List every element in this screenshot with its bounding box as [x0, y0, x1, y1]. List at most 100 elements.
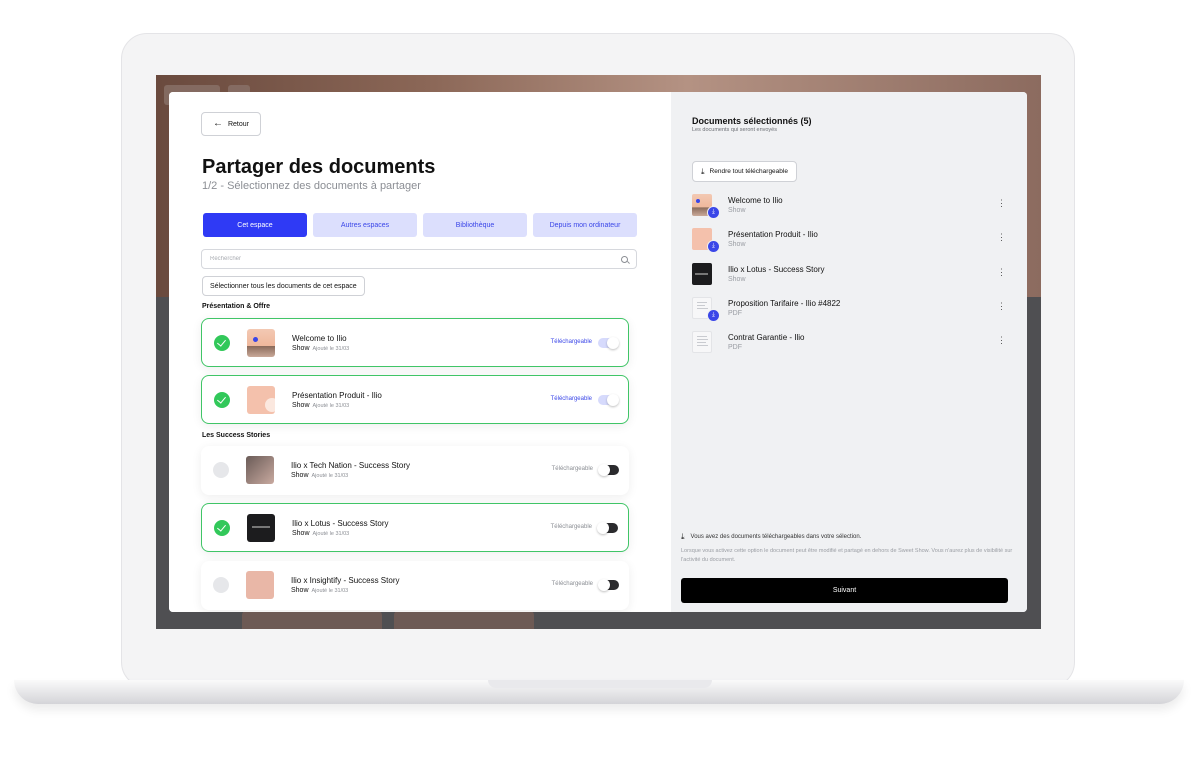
selected-document-type: Show — [728, 241, 746, 248]
make-all-downloadable-button[interactable]: ⤓ Rendre tout téléchargeable — [692, 161, 797, 182]
document-thumbnail — [247, 329, 275, 357]
tab-depuis-ordinateur[interactable]: Depuis mon ordinateur — [533, 213, 637, 237]
search-icon[interactable] — [621, 255, 628, 263]
selected-document-type: Show — [728, 207, 746, 214]
document-meta: Show Ajouté le 31/03 — [292, 345, 349, 352]
section-title: Les Success Stories — [202, 432, 271, 439]
downloadable-toggle[interactable] — [598, 464, 619, 476]
downloadable-label: Téléchargeable — [550, 524, 592, 530]
back-button-label: Retour — [227, 120, 249, 128]
download-icon: ⤓ — [707, 240, 720, 253]
document-card[interactable]: Ilio x Lotus - Success Story Show Ajouté … — [201, 503, 629, 552]
document-thumbnail — [246, 571, 274, 599]
check-icon[interactable] — [214, 392, 230, 408]
downloadable-toggle[interactable] — [597, 522, 618, 534]
selected-document-name: Contrat Garantie - Ilio — [728, 333, 805, 342]
share-documents-modal: ← Retour Partager des documents 1/2 - Sé… — [169, 92, 1027, 612]
search-input[interactable] — [210, 256, 621, 262]
downloadable-toggle[interactable] — [598, 394, 619, 406]
document-type: Show — [292, 530, 310, 537]
downloadable-notice-text: Vous avez des documents téléchargeables … — [690, 534, 862, 540]
document-date: Ajouté le 31/03 — [312, 346, 350, 352]
document-card[interactable]: Présentation Produit - Ilio Show Ajouté l… — [201, 375, 629, 424]
document-date: Ajouté le 31/03 — [312, 403, 350, 409]
selected-document-type: Show — [728, 276, 746, 283]
downloadable-toggle[interactable] — [598, 337, 619, 349]
tab-autres-espaces[interactable]: Autres espaces — [313, 213, 417, 237]
document-thumbnail — [247, 386, 275, 414]
make-all-downloadable-label: Rendre tout téléchargeable — [709, 168, 788, 175]
page-subtitle: 1/2 - Sélectionnez des documents à parta… — [202, 180, 421, 192]
selected-document-name: Ilio x Lotus - Success Story — [728, 265, 825, 274]
page-title: Partager des documents — [202, 156, 436, 178]
more-vertical-icon[interactable]: ⋮ — [997, 233, 1006, 242]
document-date: Ajouté le 31/03 — [311, 473, 349, 479]
selected-document[interactable]: ⤓ Proposition Tarifaire - Ilio #4822 PDF… — [692, 297, 1012, 322]
document-thumbnail — [247, 514, 275, 542]
document-meta: Show Ajouté le 31/03 — [292, 530, 349, 537]
document-date: Ajouté le 31/03 — [311, 588, 349, 594]
selected-document-name: Welcome to Ilio — [728, 196, 783, 205]
check-icon[interactable] — [213, 462, 229, 478]
document-meta: Show Ajouté le 31/03 — [291, 587, 348, 594]
next-button[interactable]: Suivant — [681, 578, 1008, 603]
document-name: Ilio x Tech Nation - Success Story — [291, 461, 411, 470]
background-tile — [394, 611, 534, 629]
selection-subtitle: Les documents qui seront envoyés — [692, 127, 777, 133]
document-picker-panel: ← Retour Partager des documents 1/2 - Sé… — [169, 92, 671, 612]
selected-document-name: Proposition Tarifaire - Ilio #4822 — [728, 299, 841, 308]
document-type: Show — [292, 402, 310, 409]
more-vertical-icon[interactable]: ⋮ — [997, 302, 1006, 311]
selected-document[interactable]: Contrat Garantie - Ilio PDF ⋮ — [692, 331, 1012, 355]
selected-document[interactable]: Ilio x Lotus - Success Story Show ⋮ — [692, 263, 1012, 287]
document-thumbnail — [692, 263, 712, 285]
document-meta: Show Ajouté le 31/03 — [291, 472, 348, 479]
document-date: Ajouté le 31/03 — [312, 531, 350, 537]
check-icon[interactable] — [214, 335, 230, 351]
downloadable-label: Téléchargeable — [550, 339, 592, 345]
back-button[interactable]: ← Retour — [201, 112, 261, 136]
background-tile — [242, 611, 382, 629]
select-all-button[interactable]: Sélectionner tous les documents de cet e… — [202, 276, 365, 296]
tab-cet-espace[interactable]: Cet espace — [203, 213, 307, 237]
document-card[interactable]: Welcome to Ilio Show Ajouté le 31/03 Télé… — [201, 318, 629, 367]
document-thumbnail — [692, 331, 712, 353]
document-name: Ilio x Insightify - Success Story — [291, 576, 400, 585]
arrow-left-icon: ← — [212, 118, 223, 129]
check-icon[interactable] — [214, 520, 230, 536]
document-card[interactable]: Ilio x Tech Nation - Success Story Show A… — [201, 446, 629, 495]
document-type: Show — [291, 587, 309, 594]
selected-document[interactable]: ⤓ Welcome to Ilio Show ⋮ — [692, 194, 1012, 219]
source-tabs: Cet espace Autres espaces Bibliothèque D… — [203, 213, 637, 237]
document-card[interactable]: Ilio x Insightify - Success Story Show Aj… — [201, 561, 629, 610]
download-icon: ⤓ — [681, 532, 685, 541]
document-type: Show — [292, 345, 310, 352]
download-icon: ⤓ — [707, 206, 720, 219]
check-icon[interactable] — [213, 577, 229, 593]
document-type: Show — [291, 472, 309, 479]
document-meta: Show Ajouté le 31/03 — [292, 402, 349, 409]
download-icon: ⤓ — [707, 309, 720, 322]
selection-panel: Documents sélectionnés (5) Les documents… — [671, 92, 1027, 612]
more-vertical-icon[interactable]: ⋮ — [997, 268, 1006, 277]
document-name: Présentation Produit - Ilio — [292, 391, 382, 400]
section-title: Présentation & Offre — [202, 303, 271, 310]
download-icon: ⤓ — [701, 166, 705, 176]
search-bar — [201, 249, 637, 269]
more-vertical-icon[interactable]: ⋮ — [997, 199, 1006, 208]
downloadable-label: Téléchargeable — [551, 466, 593, 472]
laptop-base-notch — [488, 680, 712, 688]
downloadable-toggle[interactable] — [598, 579, 619, 591]
tab-bibliotheque[interactable]: Bibliothèque — [423, 213, 527, 237]
selected-document-type: PDF — [728, 344, 742, 351]
selection-title: Documents sélectionnés (5) — [692, 116, 812, 126]
document-name: Ilio x Lotus - Success Story — [292, 519, 389, 528]
selected-document[interactable]: ⤓ Présentation Produit - Ilio Show ⋮ — [692, 228, 1012, 253]
more-vertical-icon[interactable]: ⋮ — [997, 336, 1006, 345]
downloadable-label: Téléchargeable — [550, 396, 592, 402]
downloadable-notice-detail: Lorsque vous activez cette option le doc… — [681, 548, 1013, 563]
document-name: Welcome to Ilio — [292, 334, 347, 343]
document-thumbnail — [246, 456, 274, 484]
downloadable-label: Téléchargeable — [551, 581, 593, 587]
selected-document-name: Présentation Produit - Ilio — [728, 230, 818, 239]
